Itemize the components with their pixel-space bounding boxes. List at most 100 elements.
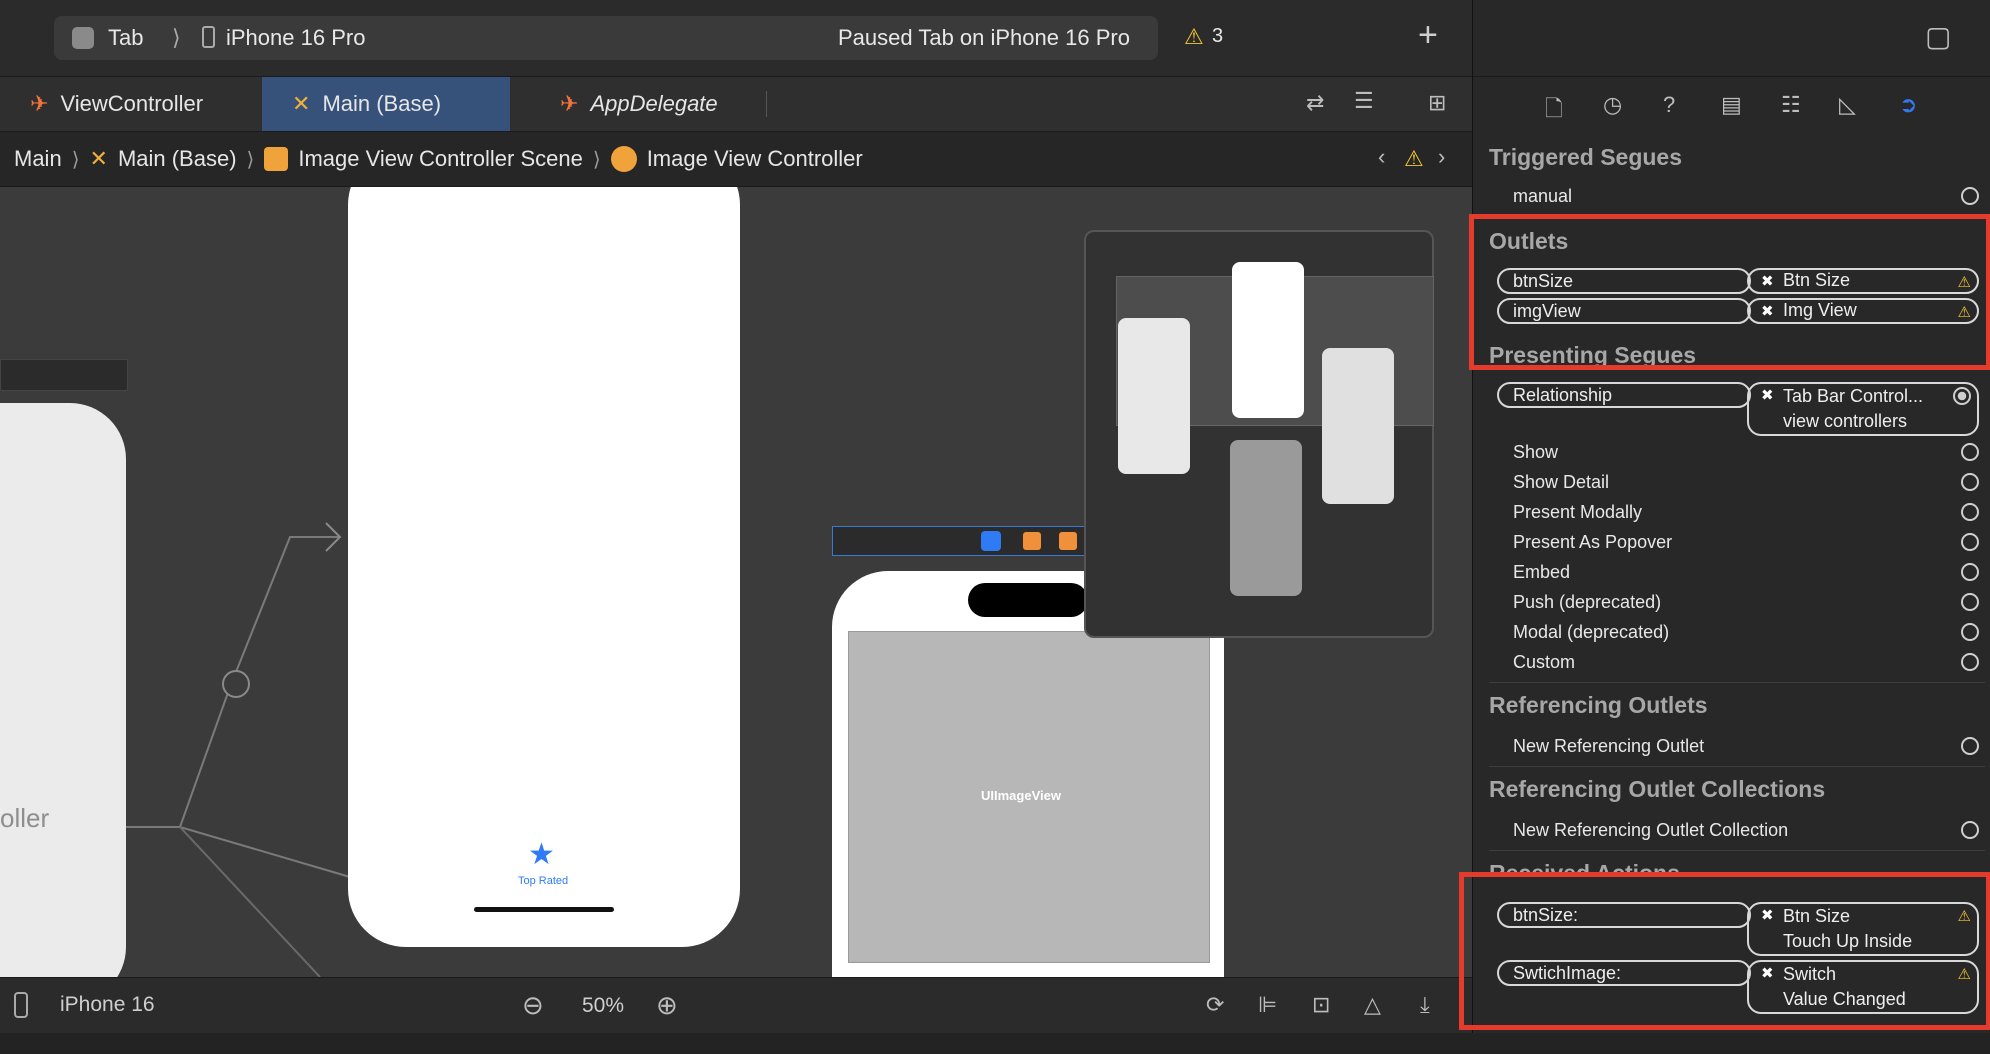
jump-bar: Main ⟩ ✕ Main (Base) ⟩ Image View Contro… — [0, 132, 1472, 187]
breadcrumb: Main ⟩ ✕ Main (Base) ⟩ Image View Contro… — [14, 132, 863, 186]
highlight-received-actions — [1459, 872, 1990, 1030]
section-referencing-outlets: Referencing Outlets — [1489, 692, 1708, 718]
canvas-bottom-bar: iPhone 16 ⊖ 50% ⊕ ⟳ ⊫ ⊡ △ ⤓ — [0, 977, 1472, 1034]
warning-icon[interactable]: ⚠ — [1184, 24, 1204, 50]
segue-manual: manual — [1513, 186, 1573, 206]
canvas-minimap[interactable] — [1084, 230, 1434, 638]
scene-title-bar[interactable] — [0, 359, 128, 391]
size-inspector-icon[interactable]: ◺ — [1839, 92, 1856, 118]
segue-embed: Embed — [1513, 562, 1571, 582]
update-frames-icon[interactable]: ⟳ — [1206, 992, 1224, 1018]
highlight-outlets — [1469, 214, 1990, 370]
history-inspector-icon[interactable]: ◷ — [1603, 92, 1622, 118]
file-inspector-icon[interactable]: 🗋 — [1545, 92, 1563, 130]
connect-circle[interactable] — [1961, 821, 1979, 839]
segue-present-popover: Present As Popover — [1513, 532, 1673, 552]
connect-circle[interactable] — [1961, 737, 1979, 755]
top-rated-scene[interactable]: ★ Top Rated — [348, 187, 740, 947]
zoom-out-icon[interactable]: ⊖ — [522, 990, 544, 1021]
resolve-issues-icon[interactable]: △ — [1364, 992, 1381, 1018]
view-controller-dock-icon[interactable] — [981, 531, 1001, 551]
window-toolbar: Tab ⟩ iPhone 16 Pro Paused Tab on iPhone… — [0, 0, 1472, 77]
scene-label: oller — [0, 803, 50, 833]
relationship-connection[interactable]: ✖ Tab Bar Control... view controllers — [1747, 382, 1979, 436]
first-responder-icon[interactable] — [1023, 532, 1041, 550]
pin-icon[interactable]: ⊡ — [1312, 992, 1330, 1018]
tab-bar-controller-scene[interactable] — [0, 403, 126, 977]
section-referencing-outlet-collections: Referencing Outlet Collections — [1489, 776, 1826, 802]
sidebar-toggle-icon[interactable]: ▢ — [1925, 20, 1951, 53]
connections-inspector-icon[interactable]: ➲ — [1899, 92, 1917, 118]
new-referencing-outlet: New Referencing Outlet — [1513, 736, 1705, 756]
scheme-name[interactable]: Tab — [108, 25, 143, 51]
connect-circle[interactable] — [1961, 503, 1979, 521]
exit-icon[interactable] — [1059, 532, 1077, 550]
embed-in-icon[interactable]: ⤓ — [1420, 992, 1430, 1018]
align-icon[interactable]: ⊫ — [1258, 992, 1277, 1018]
swap-icon[interactable]: ⇄ — [1306, 90, 1324, 116]
divider — [1489, 766, 1985, 767]
breadcrumb-scene[interactable]: Image View Controller Scene — [298, 146, 583, 172]
segue-modal: Modal (deprecated) — [1513, 622, 1670, 642]
connect-circle[interactable] — [1961, 593, 1979, 611]
device-name[interactable]: iPhone 16 Pro — [226, 25, 365, 51]
warning-count[interactable]: 3 — [1212, 25, 1223, 48]
connections-inspector: ▢ 🗋 ◷ ? ▤ ☷ ◺ ➲ Triggered Segues manual … — [1459, 0, 1990, 1033]
chevron-right-icon: ⟩ — [246, 148, 255, 171]
storyboard-canvas[interactable]: oller ★ Top Rated UIImageView — [0, 187, 1472, 977]
breadcrumb-main[interactable]: Main — [14, 146, 62, 172]
dynamic-island — [968, 583, 1088, 617]
segue-push: Push (deprecated) — [1513, 592, 1662, 612]
chevron-right-icon[interactable]: › — [1438, 144, 1445, 170]
minimap-scene — [1322, 348, 1394, 504]
swift-icon: ✈ — [30, 91, 49, 116]
connect-circle[interactable] — [1961, 653, 1979, 671]
add-icon[interactable]: + — [1418, 16, 1438, 55]
zoom-level[interactable]: 50% — [582, 994, 624, 1018]
connect-circle[interactable] — [1961, 187, 1979, 205]
connect-circle[interactable] — [1961, 443, 1979, 461]
zoom-in-icon[interactable]: ⊕ — [656, 990, 678, 1021]
image-view[interactable]: UIImageView — [848, 631, 1210, 963]
star-icon: ★ — [528, 838, 555, 871]
chevron-right-icon: ⟩ — [592, 148, 601, 171]
disconnect-icon[interactable]: ✖ — [1761, 386, 1774, 404]
add-editor-icon[interactable]: ⊞ — [1428, 90, 1446, 116]
scheme-selector[interactable]: Tab ⟩ iPhone 16 Pro Paused Tab on iPhone… — [54, 16, 1158, 60]
divider — [1489, 850, 1985, 851]
identity-inspector-icon[interactable]: ▤ — [1721, 92, 1742, 118]
segue-show: Show — [1513, 442, 1559, 462]
segue-show-detail: Show Detail — [1513, 472, 1610, 492]
tab-main-base[interactable]: ✕ Main (Base) — [262, 77, 510, 131]
connection-detail: view controllers — [1783, 411, 1908, 431]
connected-circle[interactable] — [1953, 387, 1971, 405]
device-selector[interactable]: iPhone 16 — [60, 993, 155, 1017]
new-referencing-outlet-collection: New Referencing Outlet Collection — [1513, 820, 1789, 840]
connect-circle[interactable] — [1961, 623, 1979, 641]
chevron-right-icon: ⟩ — [172, 25, 181, 50]
tab-label: ViewController — [60, 91, 204, 116]
chevron-left-icon[interactable]: ‹ — [1378, 144, 1385, 170]
warning-icon[interactable]: ⚠ — [1404, 146, 1424, 172]
connect-circle[interactable] — [1961, 533, 1979, 551]
tab-appdelegate[interactable]: ✈ AppDelegate — [530, 77, 766, 131]
storyboard-icon: ✕ — [292, 91, 311, 116]
device-icon[interactable] — [14, 992, 28, 1018]
minimap-scene — [1232, 262, 1304, 418]
phone-icon — [202, 26, 215, 48]
view-controller-icon — [610, 146, 637, 172]
scene-icon — [264, 147, 289, 171]
tab-label: AppDelegate — [590, 91, 718, 116]
lines-icon[interactable]: ☰ — [1354, 88, 1374, 114]
minimap-scene — [1230, 440, 1302, 596]
scene-dock[interactable] — [832, 526, 1092, 556]
breadcrumb-main-base[interactable]: Main (Base) — [118, 146, 237, 172]
segue-relationship[interactable]: Relationship — [1497, 382, 1751, 408]
breadcrumb-view-controller[interactable]: Image View Controller — [647, 146, 863, 172]
tab-viewcontroller[interactable]: ✈ ViewController — [0, 77, 262, 131]
storyboard-icon: ✕ — [89, 146, 108, 171]
connect-circle[interactable] — [1961, 563, 1979, 581]
attributes-inspector-icon[interactable]: ☷ — [1781, 92, 1801, 118]
help-inspector-icon[interactable]: ? — [1663, 92, 1675, 118]
connect-circle[interactable] — [1961, 473, 1979, 491]
